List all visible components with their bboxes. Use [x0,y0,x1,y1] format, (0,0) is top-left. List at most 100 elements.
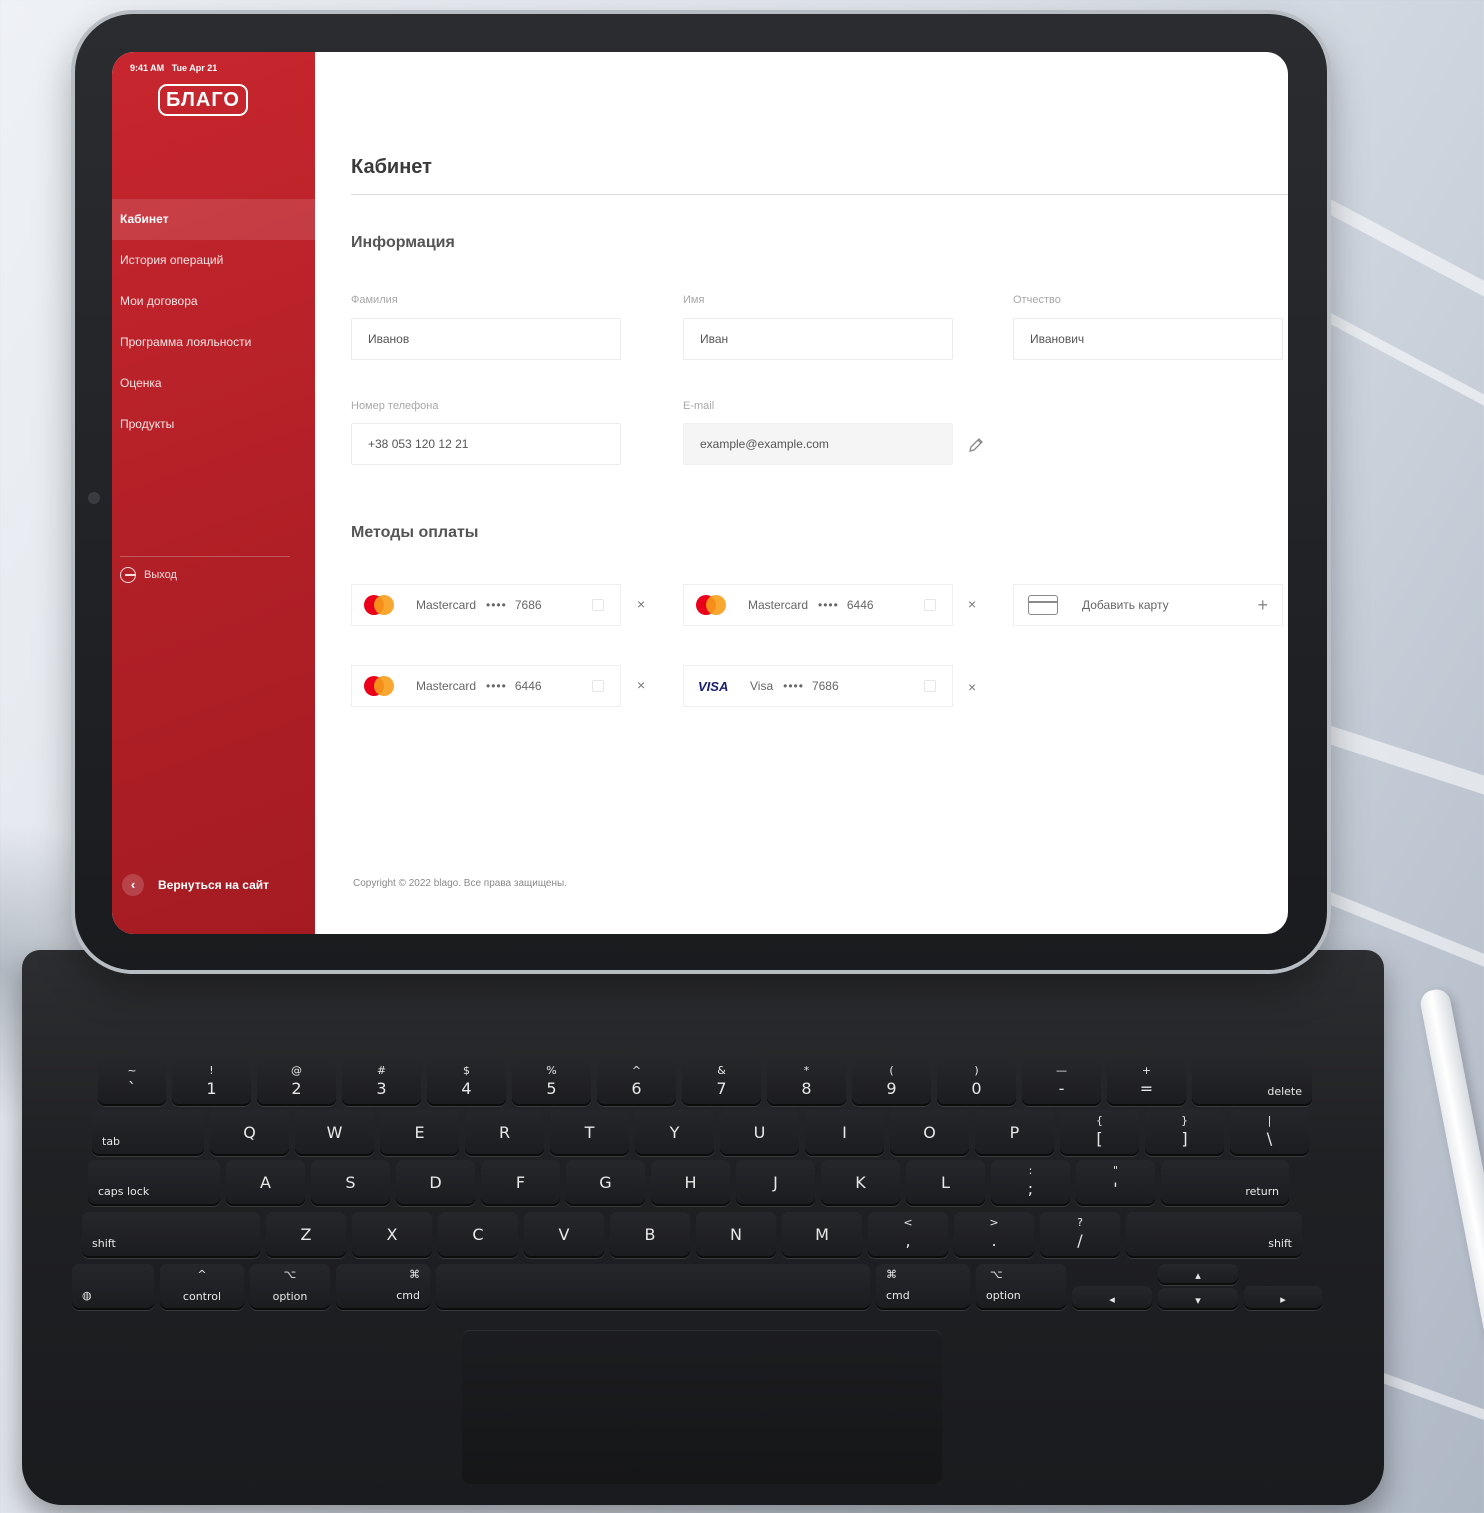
remove-card-icon[interactable]: × [637,677,645,693]
key-arrow-up[interactable]: ▴ [1158,1264,1238,1285]
key-v[interactable]: V [524,1212,604,1258]
key-equals[interactable]: + = [1107,1060,1186,1106]
add-card-button[interactable]: Добавить карту + [1013,584,1283,626]
key-j[interactable]: J [736,1160,815,1206]
status-bar: 9:41 AM Tue Apr 21 [130,63,217,73]
patronymic-field[interactable]: Иванович [1013,318,1283,360]
keyboard-row-bottom-letters: shift Z X C V B N M <, >. ? / shift [82,1212,1302,1258]
payment-card[interactable]: Mastercard •••• 6446 [683,584,953,626]
key-i[interactable]: I [805,1110,884,1156]
key-m[interactable]: M [782,1212,862,1258]
card-default-checkbox[interactable] [592,599,604,611]
key-shift-right[interactable]: shift [1126,1212,1302,1258]
sidebar-item-products[interactable]: Продукты [112,404,315,445]
first-name-field[interactable]: Иван [683,318,953,360]
key-s[interactable]: S [311,1160,390,1206]
key-8[interactable]: * 8 [767,1060,846,1106]
key-l[interactable]: L [906,1160,985,1206]
email-field[interactable]: example@example.com [683,423,953,465]
camera [88,492,100,504]
sidebar-item-cabinet[interactable]: Кабинет [112,199,315,240]
card-default-checkbox[interactable] [592,680,604,692]
key-quote[interactable]: " ' [1076,1160,1155,1206]
payment-card[interactable]: Mastercard •••• 7686 [351,584,621,626]
app-screen: 9:41 AM Tue Apr 21 БЛАГО Кабинет История… [112,52,1288,934]
sidebar-item-contracts[interactable]: Мои договора [112,281,315,322]
key-e[interactable]: E [380,1110,459,1156]
key-arrow-down[interactable]: ▾ [1158,1288,1238,1310]
brand-logo[interactable]: БЛАГО [158,84,248,116]
key-semicolon[interactable]: :; [991,1160,1070,1206]
key-cmd-left[interactable]: ⌘ cmd [336,1264,430,1310]
key-backtick[interactable]: ~ ` [98,1060,166,1106]
key-minus[interactable]: — - [1022,1060,1101,1106]
sidebar-item-evaluation[interactable]: Оценка [112,363,315,404]
key-w[interactable]: W [295,1110,374,1156]
email-label: E-mail [683,400,715,412]
key-0[interactable]: ) 0 [937,1060,1016,1106]
key-globe[interactable]: ◍ [72,1264,154,1310]
remove-card-icon[interactable]: × [968,679,976,695]
key-delete[interactable]: delete [1192,1060,1312,1106]
key-g[interactable]: G [566,1160,645,1206]
key-5[interactable]: % 5 [512,1060,591,1106]
logout-button[interactable]: Выход [120,567,177,583]
key-z[interactable]: Z [266,1212,346,1258]
key-7[interactable]: & 7 [682,1060,761,1106]
key-r[interactable]: R [465,1110,544,1156]
key-o[interactable]: O [890,1110,969,1156]
key-4[interactable]: $4 [427,1060,506,1106]
key-2[interactable]: @2 [257,1060,336,1106]
key-space[interactable] [436,1264,870,1310]
remove-card-icon[interactable]: × [968,596,976,612]
last-name-field[interactable]: Иванов [351,318,621,360]
key-backslash[interactable]: | \ [1230,1110,1309,1156]
key-return[interactable]: return [1161,1160,1289,1206]
key-b[interactable]: B [610,1212,690,1258]
remove-card-icon[interactable]: × [637,596,645,612]
key-a[interactable]: A [226,1160,305,1206]
key-tab[interactable]: tab [92,1110,204,1156]
key-comma[interactable]: <, [868,1212,948,1258]
key-slash[interactable]: ? / [1040,1212,1120,1258]
card-default-checkbox[interactable] [924,680,936,692]
phone-field[interactable]: +38 053 120 12 21 [351,423,621,465]
key-p[interactable]: P [975,1110,1054,1156]
card-last4: 6446 [514,679,542,693]
sidebar-item-loyalty[interactable]: Программа лояльности [112,322,315,363]
key-cmd-right[interactable]: ⌘ cmd [876,1264,970,1310]
mastercard-logo-icon [364,676,394,696]
key-arrow-left[interactable]: ◂ [1072,1286,1152,1310]
key-u[interactable]: U [720,1110,799,1156]
payment-card[interactable]: Mastercard •••• 6446 [351,665,621,707]
card-default-checkbox[interactable] [924,599,936,611]
key-9[interactable]: (9 [852,1060,931,1106]
key-period[interactable]: >. [954,1212,1034,1258]
key-h[interactable]: H [651,1160,730,1206]
key-x[interactable]: X [352,1212,432,1258]
sidebar-item-history[interactable]: История операций [112,240,315,281]
key-c[interactable]: C [438,1212,518,1258]
key-t[interactable]: T [550,1110,629,1156]
key-option-left[interactable]: ⌥ option [250,1264,330,1310]
key-1[interactable]: ! 1 [172,1060,251,1106]
key-caps-lock[interactable]: caps lock [88,1160,220,1206]
back-to-site-button[interactable]: ‹ Вернуться на сайт [122,874,269,896]
key-k[interactable]: K [821,1160,900,1206]
key-n[interactable]: N [696,1212,776,1258]
key-bracket-left[interactable]: {[ [1060,1110,1139,1156]
key-arrow-right[interactable]: ▸ [1244,1286,1322,1310]
key-control[interactable]: ^ control [160,1264,244,1310]
key-q[interactable]: Q [210,1110,289,1156]
key-y[interactable]: Y [635,1110,714,1156]
key-d[interactable]: D [396,1160,475,1206]
key-option-right[interactable]: ⌥ option [976,1264,1066,1310]
key-6[interactable]: ^ 6 [597,1060,676,1106]
key-f[interactable]: F [481,1160,560,1206]
pencil-icon[interactable] [967,436,985,454]
key-bracket-right[interactable]: }] [1145,1110,1224,1156]
trackpad[interactable] [462,1330,942,1484]
key-3[interactable]: #3 [342,1060,421,1106]
payment-card[interactable]: VISA Visa •••• 7686 [683,665,953,707]
key-shift-left[interactable]: shift [82,1212,260,1258]
